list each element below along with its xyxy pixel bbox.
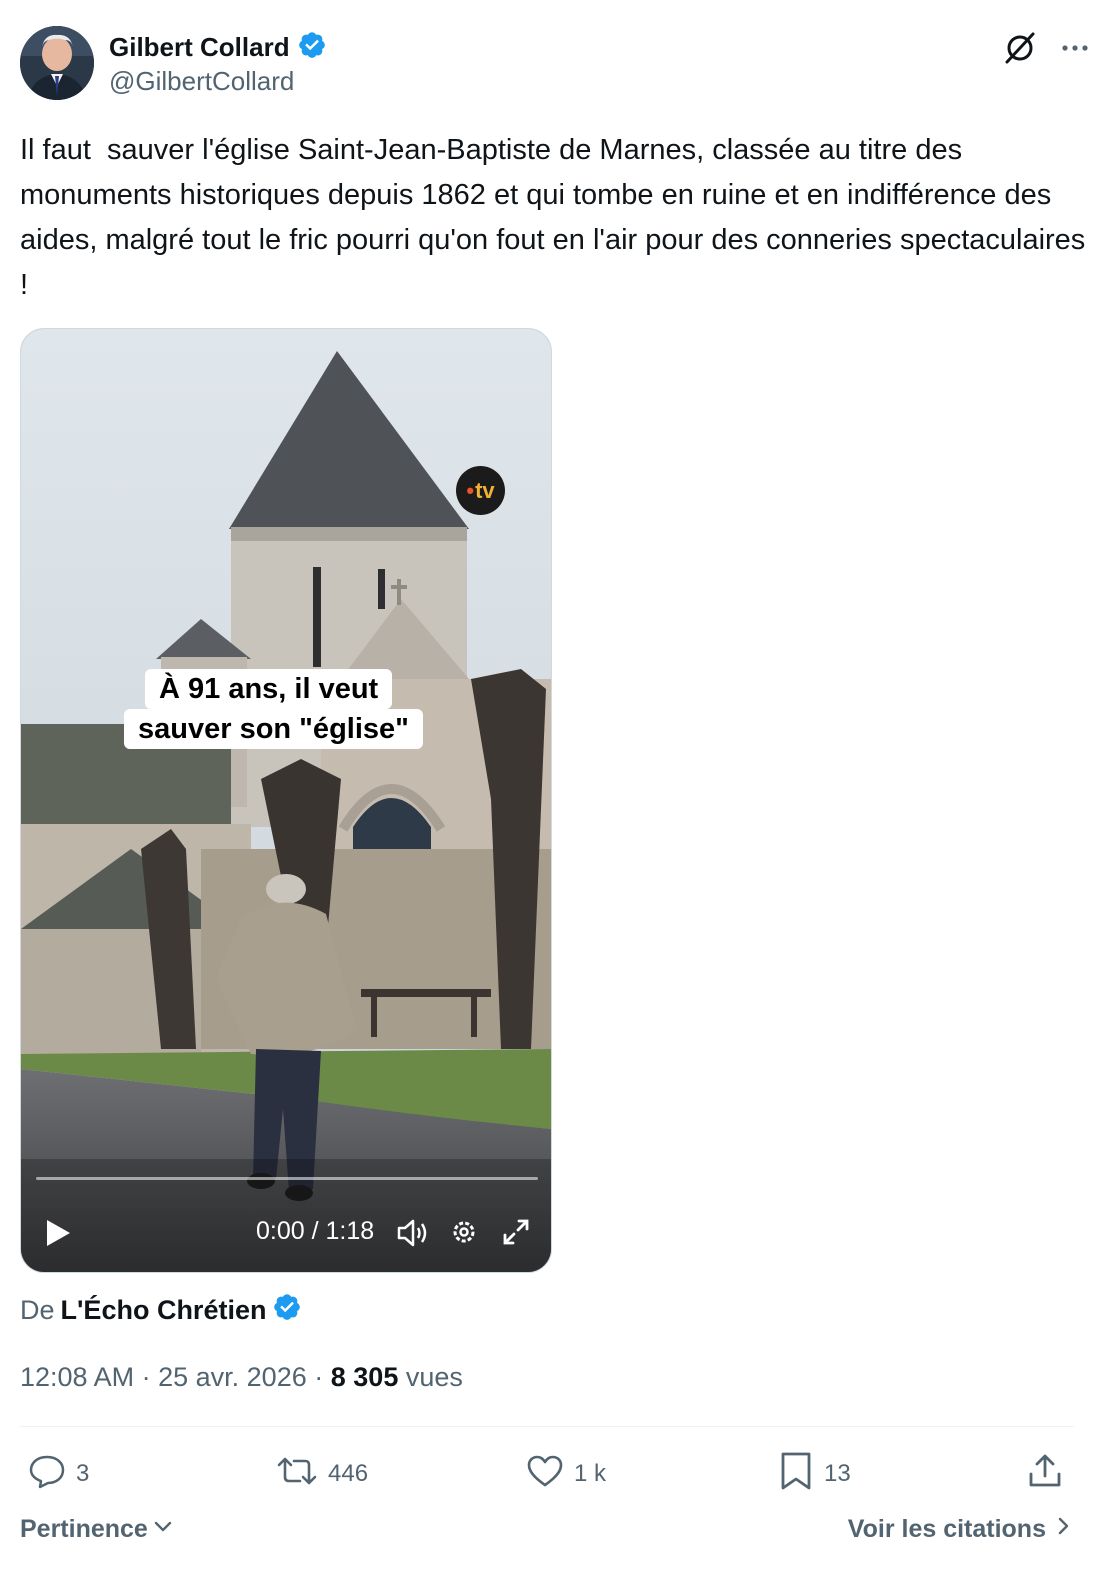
separator: ·	[141, 1362, 151, 1392]
bookmark-icon	[778, 1451, 814, 1498]
share-icon	[1026, 1452, 1064, 1497]
like-icon	[526, 1453, 564, 1496]
repost-count: 446	[328, 1460, 369, 1487]
separator: ·	[314, 1362, 324, 1392]
author-handle[interactable]: @GilbertCollard	[109, 66, 327, 97]
more-icon[interactable]	[1060, 33, 1090, 68]
video-player[interactable]: • tv À 91 ans, il veut sauver son "église…	[20, 328, 552, 1273]
tweet-meta: 12:08 AM · 25 avr. 2026 · 8 305 vues	[20, 1362, 463, 1393]
tweet-header: Gilbert Collard @GilbertCollard	[20, 26, 1090, 102]
quotes-label: Voir les citations	[847, 1515, 1046, 1543]
bookmark-count: 13	[824, 1460, 851, 1487]
author-name[interactable]: Gilbert Collard	[109, 32, 290, 63]
share-button[interactable]	[1026, 1446, 1064, 1502]
video-progress-bar[interactable]	[36, 1177, 538, 1180]
caption-line-2: sauver son "église"	[124, 709, 423, 749]
caption-line-1: À 91 ans, il veut	[145, 669, 393, 709]
avatar[interactable]	[20, 26, 94, 100]
like-count: 1 k	[574, 1460, 607, 1487]
reply-count: 3	[76, 1460, 90, 1487]
video-controls: 0:00 / 1:18	[21, 1201, 551, 1261]
sort-label: Pertinence	[20, 1515, 148, 1543]
fullscreen-icon[interactable]	[501, 1217, 531, 1252]
like-button[interactable]: 1 k	[526, 1446, 606, 1502]
verified-icon	[272, 1292, 302, 1329]
reply-icon	[28, 1453, 66, 1496]
channel-logo: • tv	[456, 466, 505, 515]
bookmark-button[interactable]: 13	[778, 1446, 851, 1502]
play-icon[interactable]	[45, 1219, 71, 1252]
tweet-date[interactable]: 25 avr. 2026	[158, 1362, 307, 1392]
divider	[20, 1426, 1074, 1427]
volume-icon[interactable]	[396, 1217, 430, 1254]
author-block: Gilbert Collard @GilbertCollard	[109, 30, 327, 97]
chevron-right-icon	[1056, 1515, 1072, 1544]
repost-icon	[276, 1453, 318, 1496]
sort-dropdown[interactable]: Pertinence	[20, 1515, 174, 1544]
verified-icon	[297, 30, 327, 65]
chevron-down-icon	[152, 1515, 174, 1544]
view-quotes-link[interactable]: Voir les citations	[848, 1515, 1072, 1544]
tweet-text: Il faut sauver l'église Saint-Jean-Bapti…	[20, 134, 1094, 301]
grok-icon[interactable]	[1002, 30, 1038, 71]
source-prefix: De	[20, 1295, 55, 1325]
settings-icon[interactable]	[449, 1217, 479, 1252]
views-count: 8 305	[330, 1362, 399, 1392]
video-source: De L'Écho Chrétien	[20, 1292, 302, 1329]
video-time: 0:00 / 1:18	[256, 1217, 375, 1245]
tweet-time[interactable]: 12:08 AM	[20, 1362, 134, 1392]
repost-button[interactable]: 446	[276, 1446, 368, 1502]
action-bar: 3 446 1 k 13	[20, 1446, 1074, 1502]
source-name[interactable]: L'Écho Chrétien	[61, 1295, 267, 1326]
views-label: vues	[405, 1362, 463, 1392]
reply-button[interactable]: 3	[28, 1446, 89, 1502]
